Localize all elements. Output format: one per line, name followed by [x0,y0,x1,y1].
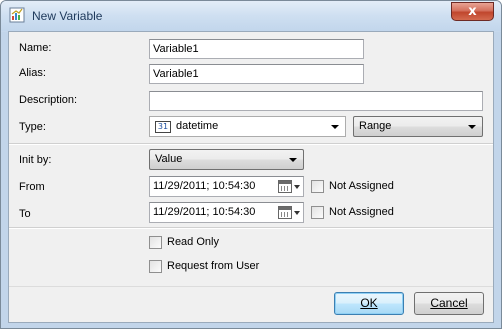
init-by-dropdown[interactable]: Value [149,149,304,170]
to-not-assigned-checkbox[interactable] [311,206,324,219]
from-not-assigned-label[interactable]: Not Assigned [329,180,394,192]
datetime-icon: 31 [155,121,171,133]
range-dropdown[interactable]: Range [353,116,483,137]
chevron-down-icon [294,185,300,189]
init-by-label: Init by: [19,154,52,166]
ok-button[interactable]: OK [334,292,404,315]
init-by-value: Value [155,153,183,165]
from-datetime-picker[interactable]: 11/29/2011; 10:54:30 [149,176,304,197]
chevron-down-icon [468,125,476,129]
calendar-icon[interactable] [278,180,292,193]
chevron-down-icon [294,211,300,215]
type-value: datetime [176,120,219,132]
to-not-assigned-label[interactable]: Not Assigned [329,206,394,218]
read-only-checkbox[interactable] [149,236,162,249]
separator [9,143,493,145]
description-label: Description: [19,94,78,106]
window-title: New Variable [32,9,103,23]
dialog-window: New Variable x Name: Variable1 Alias: Va… [0,0,502,329]
type-label: Type: [19,121,46,133]
from-label: From [19,181,45,193]
alias-input[interactable]: Variable1 [149,64,364,84]
name-input[interactable]: Variable1 [149,39,364,59]
alias-label: Alias: [19,67,46,79]
name-label: Name: [19,42,52,54]
cancel-button-label: Cancel [430,296,468,310]
separator [9,227,493,229]
calendar-icon[interactable] [278,206,292,219]
range-value: Range [359,120,392,132]
read-only-label[interactable]: Read Only [167,236,219,248]
from-not-assigned-checkbox[interactable] [311,180,324,193]
close-button[interactable]: x [451,2,494,21]
variable-app-icon [9,7,25,23]
chevron-down-icon [289,158,297,162]
to-datetime-picker[interactable]: 11/29/2011; 10:54:30 [149,202,304,223]
from-datetime-value: 11/29/2011; 10:54:30 [153,180,256,192]
chevron-down-icon [331,125,339,129]
footer-separator [9,286,493,287]
type-dropdown[interactable]: 31 datetime [149,116,346,137]
dialog-client-area: Name: Variable1 Alias: Variable1 Descrip… [8,31,494,323]
ok-button-label: OK [360,296,378,310]
close-icon: x [468,4,477,19]
request-from-user-label[interactable]: Request from User [167,260,259,272]
request-from-user-checkbox[interactable] [149,260,162,273]
title-bar[interactable]: New Variable x [1,1,501,31]
cancel-button[interactable]: Cancel [414,292,484,315]
to-datetime-value: 11/29/2011; 10:54:30 [153,206,256,218]
to-label: To [19,208,31,220]
description-input[interactable] [149,91,483,111]
